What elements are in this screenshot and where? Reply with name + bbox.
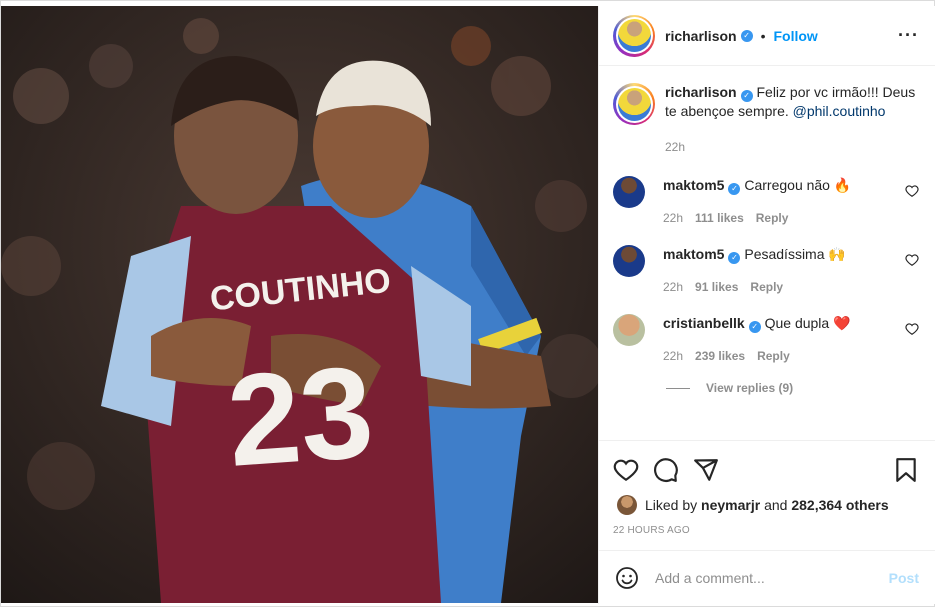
view-replies-button[interactable]: View replies (9): [666, 381, 919, 395]
comment-item: cristianbellk ✓ Que dupla ❤️ 22h 239 like…: [613, 314, 919, 365]
likes-middle: and: [764, 497, 788, 513]
caption-username[interactable]: richarlison: [665, 84, 737, 100]
post-header: richarlison ✓ • Follow ···: [599, 6, 935, 66]
comments-list[interactable]: richarlison ✓ Feliz por vc irmão!!! Deus …: [599, 67, 935, 440]
more-icon[interactable]: ···: [898, 25, 919, 46]
reply-button[interactable]: Reply: [756, 209, 789, 227]
comment-likes[interactable]: 239 likes: [695, 347, 745, 365]
verified-icon: ✓: [740, 29, 753, 42]
post-timestamp[interactable]: 22 HOURS AGO: [599, 517, 935, 536]
view-replies-line: [666, 387, 690, 389]
post-sidebar: richarlison ✓ • Follow ··· richarlison ✓ …: [598, 6, 935, 604]
caption-time[interactable]: 22h: [665, 138, 685, 156]
verified-icon: ✓: [740, 90, 753, 102]
comment-item: maktom5 ✓ Pesadíssima 🙌 22h 91 likes Repl…: [613, 245, 919, 296]
comment-username[interactable]: cristianbellk: [663, 315, 745, 331]
liker-username[interactable]: neymarjr: [701, 497, 760, 513]
comment-username[interactable]: maktom5: [663, 177, 724, 193]
author-username[interactable]: richarlison: [665, 28, 737, 44]
verified-icon: ✓: [728, 183, 741, 195]
jersey-number: 23: [223, 338, 377, 494]
post-container: COUTINHO 23 richarlison ✓ • Follow ··· r…: [0, 0, 935, 607]
comment-time[interactable]: 22h: [663, 278, 683, 296]
likes-summary: Liked by neymarjr and 282,364 others: [599, 493, 935, 517]
view-replies-label: View replies (9): [706, 381, 794, 395]
verified-icon: ✓: [748, 321, 761, 333]
commenter-avatar[interactable]: [613, 245, 645, 277]
emoji-icon[interactable]: [615, 566, 639, 590]
verified-icon: ✓: [728, 252, 741, 264]
add-comment-bar: Post: [599, 550, 935, 604]
separator-dot: •: [760, 27, 766, 44]
comment-time[interactable]: 22h: [663, 209, 683, 227]
heart-icon[interactable]: [613, 457, 639, 483]
reply-button[interactable]: Reply: [757, 347, 790, 365]
comment-text: Carregou não 🔥: [744, 177, 852, 193]
post-image[interactable]: COUTINHO 23: [1, 6, 598, 603]
likes-prefix: Liked by: [645, 497, 698, 513]
heart-icon[interactable]: [905, 322, 919, 336]
comment-text: Pesadíssima 🙌: [744, 246, 846, 262]
comment-username[interactable]: maktom5: [663, 246, 724, 262]
comment-icon[interactable]: [653, 457, 679, 483]
comment-likes[interactable]: 111 likes: [695, 209, 744, 227]
caption: richarlison ✓ Feliz por vc irmão!!! Deus …: [613, 83, 919, 156]
liker-avatar[interactable]: [617, 495, 637, 515]
commenter-avatar[interactable]: [613, 176, 645, 208]
caption-avatar[interactable]: [613, 83, 655, 125]
heart-icon[interactable]: [905, 184, 919, 198]
post-comment-button[interactable]: Post: [889, 570, 919, 586]
comment-text: Que dupla ❤️: [764, 315, 851, 331]
commenter-avatar[interactable]: [613, 314, 645, 346]
comment-time[interactable]: 22h: [663, 347, 683, 365]
save-icon[interactable]: [893, 457, 919, 483]
action-bar: [599, 441, 935, 493]
author-avatar[interactable]: [613, 14, 655, 57]
comment-input[interactable]: [655, 569, 889, 586]
caption-mention[interactable]: @phil.coutinho: [793, 103, 886, 119]
comment-item: maktom5 ✓ Carregou não 🔥 22h 111 likes Re…: [613, 176, 919, 227]
share-icon[interactable]: [693, 457, 719, 483]
photo-hug-illustration: COUTINHO 23: [1, 6, 598, 603]
reply-button[interactable]: Reply: [750, 278, 783, 296]
follow-button[interactable]: Follow: [774, 28, 818, 44]
post-actions: Liked by neymarjr and 282,364 others 22 …: [599, 440, 935, 536]
comment-likes[interactable]: 91 likes: [695, 278, 738, 296]
heart-icon[interactable]: [905, 253, 919, 267]
likes-others[interactable]: 282,364 others: [791, 497, 888, 513]
